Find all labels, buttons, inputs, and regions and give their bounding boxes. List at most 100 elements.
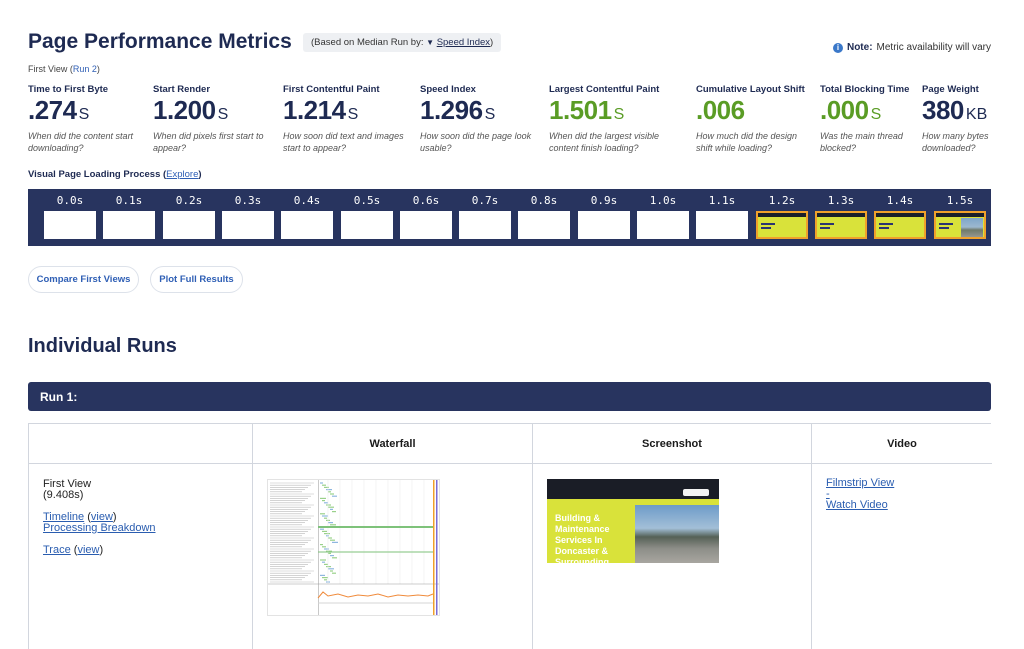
- metric-description: Was the main thread blocked?: [820, 131, 903, 153]
- filmstrip-frame[interactable]: 0.2s: [163, 189, 215, 246]
- dropdown-arrow-icon[interactable]: ▼: [426, 38, 434, 47]
- metric-label: Page Weight: [922, 84, 979, 95]
- metric-value: 1.214 S: [283, 95, 359, 125]
- metric-label: Total Blocking Time: [820, 84, 910, 95]
- median-run-link[interactable]: Run 2: [73, 64, 97, 74]
- metric-value: .006: [696, 95, 745, 125]
- page-title: Page Performance Metrics: [28, 30, 292, 53]
- frame-thumbnail: [44, 211, 96, 239]
- metric-description: How soon did the page look usable?: [420, 131, 532, 153]
- note-label: Note:: [846, 42, 873, 53]
- first-view-duration: (9.408s): [43, 489, 84, 501]
- filmstrip-frame[interactable]: 0.0s: [44, 189, 96, 246]
- filmstrip-frame[interactable]: 0.7s: [459, 189, 511, 246]
- metric-value: 1.296 S: [420, 95, 496, 125]
- info-icon: i: [832, 42, 843, 53]
- frame-time: 0.9s: [590, 194, 618, 207]
- frame-time: 1.2s: [768, 194, 796, 207]
- metric-description: When did the content start downloading?: [28, 131, 134, 153]
- frame-thumbnail: [400, 211, 452, 239]
- view-label: First View: [28, 64, 68, 74]
- plot-full-results-button[interactable]: Plot Full Results: [150, 266, 243, 293]
- watch-video-link[interactable]: Watch Video: [826, 499, 888, 511]
- view-indicator: First View (Run 2): [28, 64, 100, 74]
- video-cell: Filmstrip View - Watch Video: [812, 464, 992, 511]
- run-table: First View (9.408s) Timeline (view) Proc…: [28, 423, 992, 649]
- metric-page-weight: Page Weight 380 KB How many bytes downloa…: [922, 84, 998, 154]
- frame-time: 0.6s: [412, 194, 440, 207]
- note-text: Metric availability will vary: [876, 42, 991, 53]
- metric-cls: Cumulative Layout Shift .006 How much di…: [696, 84, 812, 154]
- frame-time: 0.7s: [471, 194, 499, 207]
- run-paren-close: ): [96, 64, 100, 74]
- median-suffix: ): [490, 37, 494, 48]
- frame-time: 1.0s: [649, 194, 677, 207]
- screenshot-column: Screenshot Building & Maintenance Servic…: [533, 424, 812, 649]
- metric-speed-index: Speed Index 1.296 S How soon did the page…: [420, 84, 540, 154]
- frame-thumbnail: [163, 211, 215, 239]
- filmstrip-frame[interactable]: 1.5s: [934, 189, 986, 246]
- frame-time: 0.4s: [293, 194, 321, 207]
- frame-time: 0.0s: [56, 194, 84, 207]
- column-header: Video: [812, 424, 992, 464]
- metric-value: 380 KB: [922, 95, 988, 125]
- compare-first-views-button[interactable]: Compare First Views: [28, 266, 139, 293]
- metric-label: Speed Index: [420, 84, 476, 95]
- filmstrip-frame[interactable]: 1.4s: [874, 189, 926, 246]
- run-header: Run 1:: [28, 382, 991, 411]
- video-column: Video Filmstrip View - Watch Video: [812, 424, 992, 649]
- frame-thumbnail: [874, 211, 926, 239]
- frame-thumbnail: [934, 211, 986, 239]
- column-header: [29, 424, 252, 464]
- median-metric-select[interactable]: Speed Index: [437, 37, 490, 48]
- metric-description: When did pixels first start to appear?: [153, 131, 264, 153]
- frame-thumbnail: [637, 211, 689, 239]
- frame-thumbnail: [756, 211, 808, 239]
- frame-time: 0.2s: [175, 194, 203, 207]
- metric-fcp: First Contentful Paint 1.214 S How soon d…: [283, 84, 411, 154]
- filmstrip-frame[interactable]: 1.2s: [756, 189, 808, 246]
- filmstrip-frame[interactable]: 1.1s: [696, 189, 748, 246]
- waterfall-column: Waterfall: [253, 424, 533, 649]
- frame-time: 1.5s: [946, 194, 974, 207]
- frame-thumbnail: [696, 211, 748, 239]
- metric-description: When did the largest visible content fin…: [549, 131, 660, 153]
- column-header: Waterfall: [253, 424, 532, 464]
- filmstrip-frame[interactable]: 1.0s: [637, 189, 689, 246]
- filmstrip-frame[interactable]: 0.5s: [341, 189, 393, 246]
- frame-time: 1.4s: [886, 194, 914, 207]
- trace-row: Trace (view): [43, 544, 104, 556]
- filmstrip-frame[interactable]: 1.3s: [815, 189, 867, 246]
- metric-value: .000 S: [820, 95, 882, 125]
- trace-view-link[interactable]: view: [77, 544, 99, 556]
- frame-thumbnail: [281, 211, 333, 239]
- waterfall-thumbnail[interactable]: [267, 479, 440, 616]
- trace-link[interactable]: Trace: [43, 544, 71, 556]
- filmstrip-frame[interactable]: 0.6s: [400, 189, 452, 246]
- filmstrip-view-link[interactable]: Filmstrip View: [826, 477, 894, 489]
- metrics-row: Time to First Byte .274 S When did the co…: [28, 84, 998, 159]
- metric-label: Start Render: [153, 84, 211, 95]
- metric-label: Largest Contentful Paint: [549, 84, 660, 95]
- metric-description: How soon did text and images start to ap…: [283, 131, 404, 153]
- filmstrip-frame[interactable]: 0.8s: [518, 189, 570, 246]
- frame-thumbnail: [518, 211, 570, 239]
- filmstrip-frame[interactable]: 0.4s: [281, 189, 333, 246]
- explore-link[interactable]: Explore: [166, 169, 198, 180]
- filmstrip-frame[interactable]: 0.9s: [578, 189, 630, 246]
- first-view-cell: First View (9.408s) Timeline (view) Proc…: [29, 464, 252, 556]
- metric-label: Time to First Byte: [28, 84, 109, 95]
- frame-time: 0.5s: [353, 194, 381, 207]
- frame-thumbnail: [578, 211, 630, 239]
- metric-description: How much did the design shift while load…: [696, 131, 798, 153]
- frame-time: 0.3s: [234, 194, 262, 207]
- filmstrip-frame[interactable]: 0.1s: [103, 189, 155, 246]
- metric-tbt: Total Blocking Time .000 S Was the main t…: [820, 84, 914, 154]
- processing-breakdown-link[interactable]: Processing Breakdown: [43, 522, 156, 534]
- filmstrip-frame[interactable]: 0.3s: [222, 189, 274, 246]
- screenshot-thumbnail[interactable]: Building & Maintenance Services In Donca…: [547, 479, 719, 563]
- median-run-selector[interactable]: (Based on Median Run by: ▼ Speed Index): [303, 33, 502, 52]
- frame-time: 1.3s: [827, 194, 855, 207]
- metric-ttfb: Time to First Byte .274 S When did the co…: [28, 84, 146, 154]
- screenshot-headline: Building & Maintenance Services In Donca…: [555, 513, 610, 563]
